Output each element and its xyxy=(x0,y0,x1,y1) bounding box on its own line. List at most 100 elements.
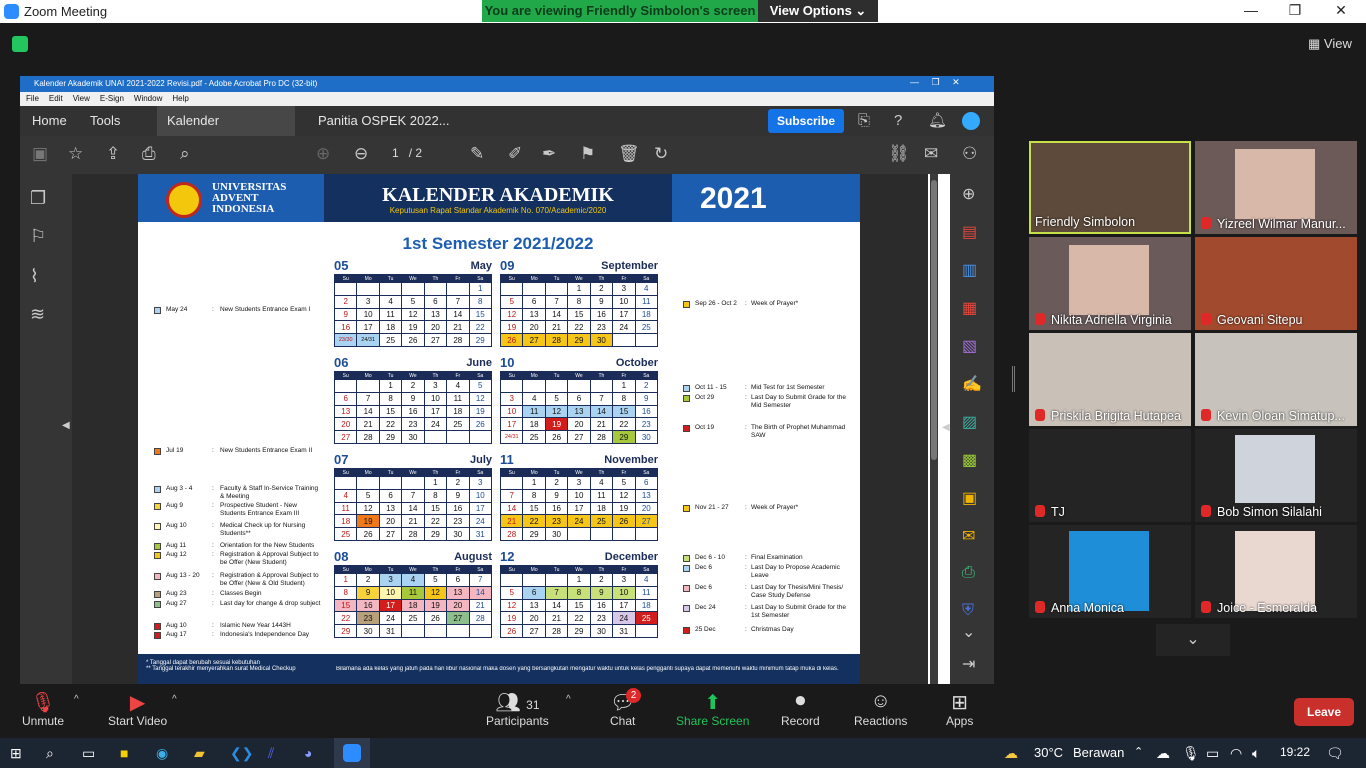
share-user-icon[interactable]: ⚇ xyxy=(962,144,977,164)
bookmark-star-icon[interactable]: ☆ xyxy=(68,144,83,164)
protect-icon[interactable]: ⛨ xyxy=(962,602,974,620)
participant-tile[interactable]: Joice - Esmeralda xyxy=(1195,525,1357,618)
collapse-left-icon[interactable]: ◀ xyxy=(62,420,70,431)
apps-button[interactable]: ⊞ Apps xyxy=(946,690,973,728)
participant-tile[interactable]: TJ xyxy=(1029,429,1191,522)
participants-button[interactable]: 👥︎ 31 Participants xyxy=(486,690,549,728)
panel-resize-handle[interactable] xyxy=(1012,366,1015,392)
collapse-pane-icon[interactable]: ⇥ xyxy=(962,654,975,674)
view-button[interactable]: ▦ View xyxy=(1308,36,1352,52)
stamp-icon[interactable]: ⚑ xyxy=(580,144,595,164)
menu-item[interactable]: File xyxy=(26,94,39,103)
discord-icon[interactable]: ◕ xyxy=(304,745,312,761)
vscode-icon[interactable]: ❮❯ xyxy=(230,745,253,762)
delete-icon[interactable]: 🗑︎ xyxy=(618,144,640,164)
upload-cloud-icon[interactable]: ⇪ xyxy=(106,144,120,164)
participant-tile[interactable]: Anna Monica xyxy=(1029,525,1191,618)
page-indicator[interactable]: 1 / 2 xyxy=(392,146,422,160)
fill-sign-icon[interactable]: ✍ xyxy=(962,374,982,394)
comment-tool-icon[interactable]: ✉ xyxy=(962,526,975,546)
export-icon[interactable]: ▣ xyxy=(962,488,977,508)
page-up-icon[interactable]: ⊕ xyxy=(316,144,330,164)
vertical-scrollbar[interactable] xyxy=(930,174,938,684)
compress-icon[interactable]: ▩ xyxy=(962,450,977,470)
scan-icon[interactable]: ▨ xyxy=(962,412,977,432)
notification-bell-icon[interactable]: 🔔︎ xyxy=(928,111,947,129)
expand-right-icon[interactable]: ◀ xyxy=(942,422,950,433)
subscribe-button[interactable]: Subscribe xyxy=(768,109,844,133)
onedrive-icon[interactable]: ☁ xyxy=(1156,745,1170,762)
page-current[interactable]: 1 xyxy=(392,146,399,160)
link-icon[interactable]: ⛓ xyxy=(888,144,910,164)
participant-tile[interactable]: Bob Simon Silalahi xyxy=(1195,429,1357,522)
comment-icon[interactable]: ✎ xyxy=(470,144,484,164)
weather-temp[interactable]: 30°C xyxy=(1034,745,1063,760)
highlight-pen-icon[interactable]: ✐ xyxy=(508,144,522,164)
tab-document-kalender[interactable]: Kalender Akademik... ✕ xyxy=(157,106,295,158)
help-icon[interactable]: ? xyxy=(894,112,902,129)
zoom-in-icon[interactable]: ⊕ xyxy=(962,184,975,204)
file-explorer-icon[interactable]: ▰ xyxy=(194,745,205,762)
sign-icon[interactable]: ✒ xyxy=(542,144,556,164)
view-options-button[interactable]: View Options ⌄ xyxy=(758,0,878,22)
email-icon[interactable]: ✉ xyxy=(924,144,938,164)
pen-app-icon[interactable]: ⫽ xyxy=(268,745,274,762)
unmute-button[interactable]: 🎙︎ Unmute xyxy=(22,690,64,728)
print-production-icon[interactable]: ⎙ xyxy=(962,564,975,582)
battery-icon[interactable]: ▭ xyxy=(1206,745,1219,762)
task-view-icon[interactable]: ▭ xyxy=(82,745,95,762)
scrollbar-thumb[interactable] xyxy=(931,180,937,460)
participant-tile[interactable]: Friendly Simbolon xyxy=(1029,141,1191,234)
participant-tile[interactable]: Yizreel Wilmar Manur... xyxy=(1195,141,1357,234)
participant-tile[interactable]: Geovani Sitepu xyxy=(1195,237,1357,330)
menu-item[interactable]: Edit xyxy=(49,94,63,103)
page-down-icon[interactable]: ⊖ xyxy=(354,144,368,164)
edge-browser-icon[interactable]: ◉ xyxy=(156,745,168,762)
combine-icon[interactable]: ▥ xyxy=(962,260,977,280)
microphone-icon[interactable]: 🎙︎ xyxy=(1182,745,1200,762)
audio-options-chevron-icon[interactable]: ^ xyxy=(74,694,79,705)
wifi-icon[interactable]: ◠ xyxy=(1230,745,1242,762)
tab-document-panitia[interactable]: Panitia OSPEK 2022... xyxy=(318,106,450,136)
close-icon[interactable]: ✕ xyxy=(1318,2,1364,19)
participant-tile[interactable]: Kevin Oloan Simatup... xyxy=(1195,333,1357,426)
acrobat-window-controls[interactable]: — ❐ ✕ xyxy=(910,77,960,88)
tray-chevron-icon[interactable]: ⌃ xyxy=(1134,745,1143,758)
pages-icon[interactable]: ❐ xyxy=(30,188,46,209)
weather-description[interactable]: Berawan xyxy=(1073,745,1124,760)
organize-icon[interactable]: ▦ xyxy=(962,298,977,318)
account-avatar[interactable] xyxy=(962,112,980,130)
tab-tools[interactable]: Tools xyxy=(90,106,120,136)
create-pdf-icon[interactable]: ▤ xyxy=(962,222,977,242)
encryption-shield-icon[interactable] xyxy=(12,36,28,52)
minimize-icon[interactable]: — xyxy=(1228,2,1274,18)
participants-chevron-icon[interactable]: ^ xyxy=(566,694,571,705)
reactions-button[interactable]: ☺︎ Reactions xyxy=(854,690,907,728)
windows-start-icon[interactable]: ⊞ xyxy=(10,745,22,762)
layers-icon[interactable]: ≋ xyxy=(30,304,45,325)
volume-icon[interactable]: 🔈︎ xyxy=(1252,745,1260,762)
leave-button[interactable]: Leave xyxy=(1294,698,1354,726)
record-button[interactable]: ⏺︎ Record xyxy=(781,690,820,728)
share-icon[interactable]: ⎘ xyxy=(858,112,870,129)
video-options-chevron-icon[interactable]: ^ xyxy=(172,694,177,705)
share-screen-button[interactable]: ⬆︎ Share Screen xyxy=(676,690,749,728)
menu-item[interactable]: Window xyxy=(134,94,162,103)
bookmarks-icon[interactable]: ⚐ xyxy=(30,226,46,247)
more-tools-chevron-icon[interactable]: ⌄ xyxy=(962,622,975,642)
zoom-search-icon[interactable]: ⌕ xyxy=(180,144,190,164)
print-icon[interactable]: ⎙ xyxy=(142,144,156,164)
clock[interactable]: 19:22 xyxy=(1280,745,1310,759)
attachment-icon[interactable]: ⌇ xyxy=(30,266,39,287)
save-icon[interactable]: ▣ xyxy=(32,144,48,164)
menu-item[interactable]: Help xyxy=(172,94,188,103)
menu-item[interactable]: View xyxy=(73,94,90,103)
notification-center-icon[interactable]: 🗨︎ xyxy=(1326,745,1344,762)
menu-item[interactable]: E-Sign xyxy=(100,94,124,103)
rotate-icon[interactable]: ↻ xyxy=(654,144,668,164)
zoom-taskbar-icon[interactable] xyxy=(334,738,370,768)
edit-pdf-icon[interactable]: ▧ xyxy=(962,336,977,356)
sticky-notes-icon[interactable]: ■ xyxy=(120,745,128,761)
search-icon[interactable]: ⌕ xyxy=(46,745,54,762)
participant-tile[interactable]: Priskila Brigita Hutapea xyxy=(1029,333,1191,426)
